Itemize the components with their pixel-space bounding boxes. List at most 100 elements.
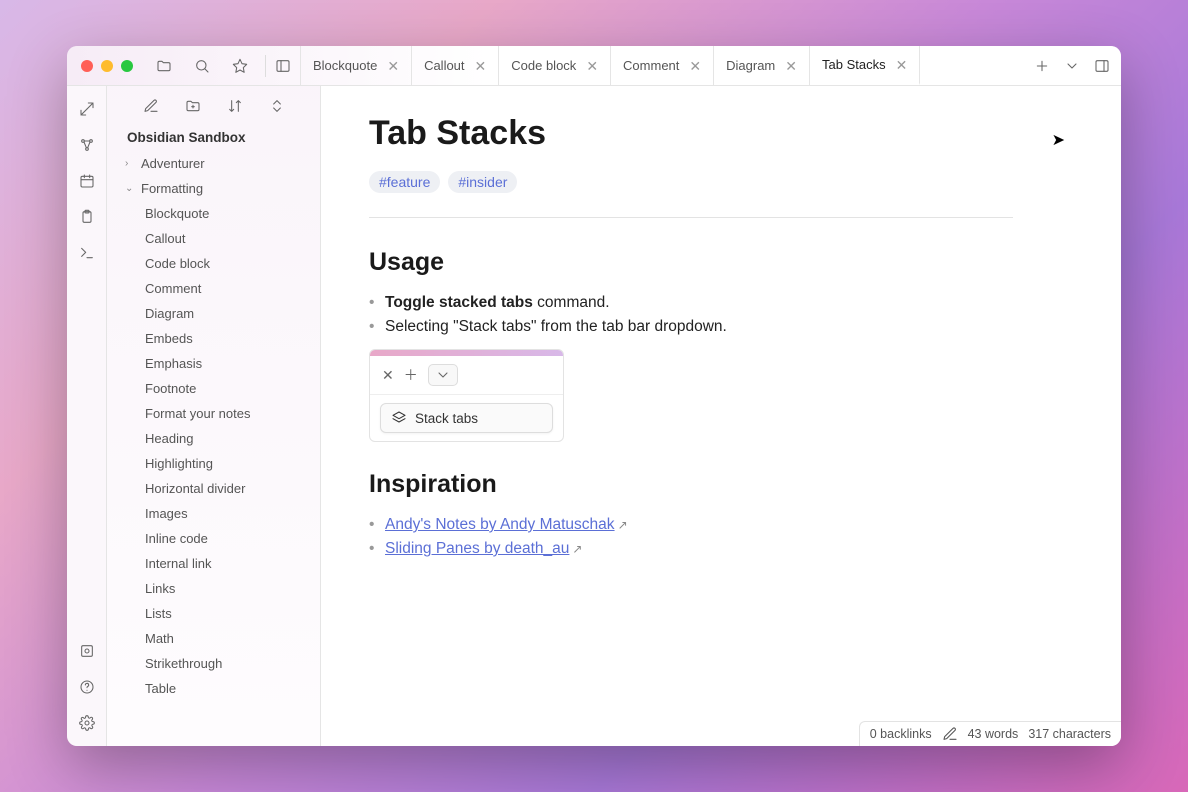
char-count: 317 characters — [1028, 727, 1111, 741]
clipboard-icon[interactable] — [78, 208, 96, 226]
right-sidebar-toggle-icon[interactable] — [1093, 57, 1111, 75]
document: Tab Stacks #feature #insider Usage Toggl… — [321, 86, 1061, 589]
tab-label: Callout — [424, 58, 464, 73]
stack-tabs-label: Stack tabs — [415, 411, 478, 426]
chevron-right-icon: › — [125, 158, 135, 169]
sidebar-toggle-icon[interactable] — [274, 57, 292, 75]
plus-icon: ＋ — [404, 365, 418, 385]
content-pane: Tab Stacks #feature #insider Usage Toggl… — [321, 86, 1121, 746]
doc-title: Tab Stacks — [369, 114, 1013, 153]
file-images[interactable]: Images — [107, 501, 320, 526]
file-diagram[interactable]: Diagram — [107, 301, 320, 326]
file-blockquote[interactable]: Blockquote — [107, 201, 320, 226]
app-window: Blockquote✕Callout✕Code block✕Comment✕Di… — [67, 46, 1121, 746]
file-horizontal-divider[interactable]: Horizontal divider — [107, 476, 320, 501]
sidebar-toolbar — [107, 86, 320, 126]
file-callout[interactable]: Callout — [107, 226, 320, 251]
file-links[interactable]: Links — [107, 576, 320, 601]
file-embeds[interactable]: Embeds — [107, 326, 320, 351]
sidebar: Obsidian Sandbox ›Adventurer⌄FormattingB… — [107, 86, 321, 746]
tab-label: Comment — [623, 58, 679, 73]
list-item: Andy's Notes by Andy Matuschak↗ — [369, 513, 1013, 537]
file-footnote[interactable]: Footnote — [107, 376, 320, 401]
tag-row: #feature #insider — [369, 171, 1013, 193]
new-tab-icon[interactable] — [1033, 57, 1051, 75]
window-minimize[interactable] — [101, 60, 113, 72]
file-code-block[interactable]: Code block — [107, 251, 320, 276]
heading-inspiration: Inspiration — [369, 470, 1013, 499]
edit-icon[interactable] — [942, 726, 958, 742]
tab-close-icon[interactable]: ✕ — [689, 59, 701, 73]
embed-tabbar: ✕ ＋ — [370, 356, 563, 395]
link-sliding-panes[interactable]: Sliding Panes by death_au — [385, 540, 569, 557]
files-icon[interactable] — [155, 57, 173, 75]
tab-dropdown-icon[interactable] — [1063, 57, 1081, 75]
window-maximize[interactable] — [121, 60, 133, 72]
file-math[interactable]: Math — [107, 626, 320, 651]
traffic-lights — [67, 60, 147, 72]
tabstrip: Blockquote✕Callout✕Code block✕Comment✕Di… — [300, 46, 1023, 85]
file-heading[interactable]: Heading — [107, 426, 320, 451]
collapse-icon[interactable] — [268, 97, 286, 115]
file-emphasis[interactable]: Emphasis — [107, 351, 320, 376]
external-icon: ↗ — [572, 542, 582, 556]
search-icon[interactable] — [193, 57, 211, 75]
tab-actions — [1023, 57, 1121, 75]
tab-close-icon[interactable]: ✕ — [475, 59, 487, 73]
word-count: 43 words — [968, 727, 1019, 741]
usage-bold: Toggle stacked tabs — [385, 294, 533, 311]
new-folder-icon[interactable] — [184, 97, 202, 115]
horizontal-rule — [369, 217, 1013, 218]
file-strikethrough[interactable]: Strikethrough — [107, 651, 320, 676]
quick-switcher-icon[interactable] — [78, 100, 96, 118]
inspiration-list: Andy's Notes by Andy Matuschak↗ Sliding … — [369, 513, 1013, 561]
tag-feature[interactable]: #feature — [369, 171, 440, 193]
tab-tab-stacks[interactable]: Tab Stacks ✕ — [810, 46, 920, 85]
heading-usage: Usage — [369, 248, 1013, 277]
graph-icon[interactable] — [78, 136, 96, 154]
tag-insider[interactable]: #insider — [448, 171, 517, 193]
settings-icon[interactable] — [78, 714, 96, 732]
file-highlighting[interactable]: Highlighting — [107, 451, 320, 476]
titlebar-icons — [147, 57, 257, 75]
file-format-your-notes[interactable]: Format your notes — [107, 401, 320, 426]
tab-callout[interactable]: Callout ✕ — [412, 46, 499, 85]
file-table[interactable]: Table — [107, 676, 320, 701]
folder-formatting[interactable]: ⌄Formatting — [107, 176, 320, 201]
sort-icon[interactable] — [226, 97, 244, 115]
layers-icon — [391, 410, 407, 426]
statusbar: 0 backlinks 43 words 317 characters — [859, 721, 1121, 746]
folder-label: Adventurer — [141, 156, 205, 171]
star-icon[interactable] — [231, 57, 249, 75]
file-lists[interactable]: Lists — [107, 601, 320, 626]
stack-tabs-menu-item: Stack tabs — [380, 403, 553, 433]
chevron-down-icon — [428, 364, 458, 386]
folder-label: Formatting — [141, 181, 203, 196]
folder-adventurer[interactable]: › Adventurer — [107, 151, 320, 176]
ribbon — [67, 86, 107, 746]
tab-close-icon[interactable]: ✕ — [785, 59, 797, 73]
tab-blockquote[interactable]: Blockquote✕ — [301, 46, 412, 85]
list-item: Selecting "Stack tabs" from the tab bar … — [369, 315, 1013, 339]
file-inline-code[interactable]: Inline code — [107, 526, 320, 551]
tab-code-block[interactable]: Code block✕ — [499, 46, 611, 85]
calendar-icon[interactable] — [78, 172, 96, 190]
file-tree: ›Adventurer⌄FormattingBlockquoteCalloutC… — [107, 151, 320, 746]
tab-diagram[interactable]: Diagram✕ — [714, 46, 810, 85]
tab-close-icon[interactable]: ✕ — [387, 59, 399, 73]
close-icon: ✕ — [382, 367, 394, 384]
tab-label: Tab Stacks — [822, 57, 886, 72]
backlinks-count[interactable]: 0 backlinks — [870, 727, 932, 741]
tab-close-icon[interactable]: ✕ — [896, 58, 908, 72]
tab-comment[interactable]: Comment ✕ — [611, 46, 714, 85]
file-internal-link[interactable]: Internal link — [107, 551, 320, 576]
list-item: Toggle stacked tabs command. — [369, 291, 1013, 315]
file-comment[interactable]: Comment — [107, 276, 320, 301]
command-icon[interactable] — [78, 244, 96, 262]
new-note-icon[interactable] — [142, 97, 160, 115]
link-andy[interactable]: Andy's Notes by Andy Matuschak — [385, 516, 615, 533]
help-icon[interactable] — [78, 678, 96, 696]
tab-close-icon[interactable]: ✕ — [586, 59, 598, 73]
vault-icon[interactable] — [78, 642, 96, 660]
window-close[interactable] — [81, 60, 93, 72]
